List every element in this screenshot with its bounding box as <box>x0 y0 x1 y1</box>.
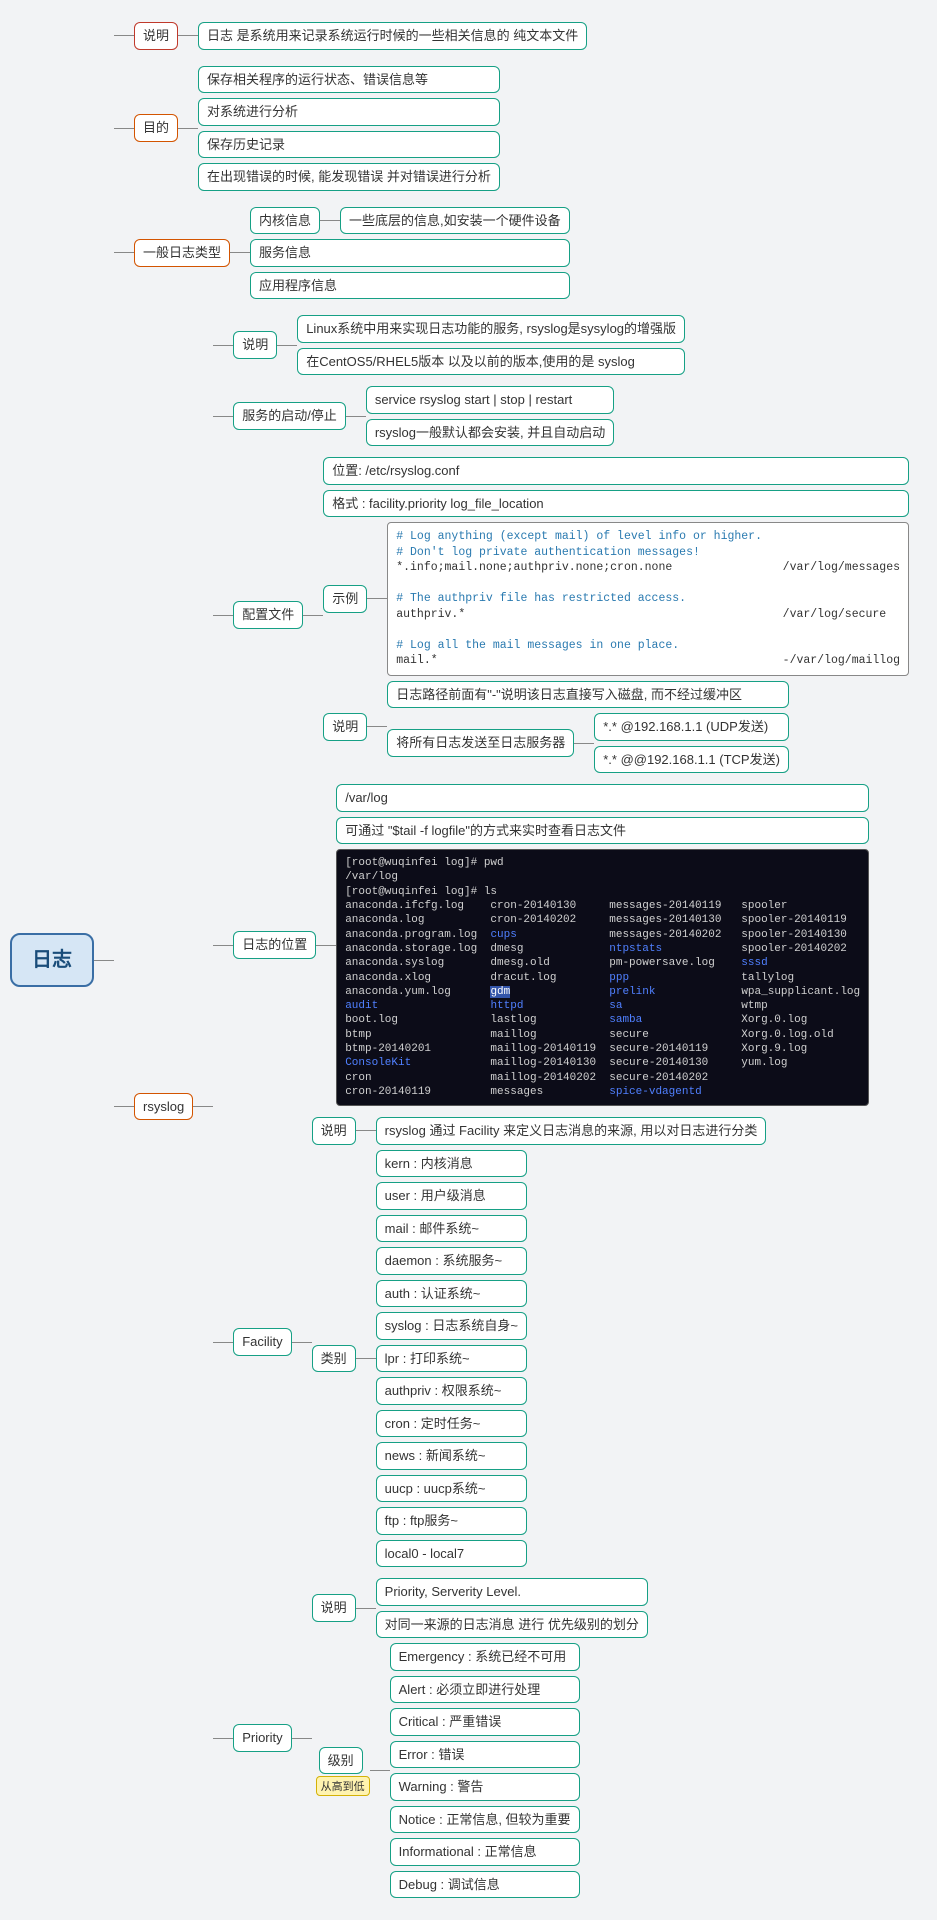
node-types[interactable]: 一般日志类型 <box>134 239 230 267</box>
priority-item: Error : 错误 <box>390 1741 580 1769</box>
priority-item: Emergency : 系统已经不可用 <box>390 1643 580 1671</box>
rs-conf-note-2b: *.* @@192.168.1.1 (TCP发送) <box>594 746 789 774</box>
types-kern[interactable]: 内核信息 <box>250 207 320 235</box>
priority-item: Notice : 正常信息, 但较为重要 <box>390 1806 580 1834</box>
rs-conf-ex[interactable]: 示例 <box>323 585 367 613</box>
facility-item: daemon : 系统服务~ <box>376 1247 527 1275</box>
rs-conf-note-2[interactable]: 将所有日志发送至日志服务器 <box>387 729 574 757</box>
priority-item: Alert : 必须立即进行处理 <box>390 1676 580 1704</box>
node-rsyslog[interactable]: rsyslog <box>134 1093 193 1121</box>
rs-conf[interactable]: 配置文件 <box>233 601 303 629</box>
node-goal[interactable]: 目的 <box>134 114 178 142</box>
root-node[interactable]: 日志 <box>10 933 94 987</box>
facility-item: cron : 定时任务~ <box>376 1410 527 1438</box>
goal-item: 保存相关程序的运行状态、错误信息等 <box>198 66 500 94</box>
goal-item: 在出现错误的时候, 能发现错误 并对错误进行分析 <box>198 163 500 191</box>
rs-start[interactable]: 服务的启动/停止 <box>233 402 346 430</box>
rs-pri-desc-1: Priority, Serverity Level. <box>376 1578 648 1606</box>
types-app: 应用程序信息 <box>250 272 570 300</box>
rs-loc[interactable]: 日志的位置 <box>233 931 316 959</box>
goal-item: 对系统进行分析 <box>198 98 500 126</box>
facility-item: auth : 认证系统~ <box>376 1280 527 1308</box>
facility-item: user : 用户级消息 <box>376 1182 527 1210</box>
node-desc[interactable]: 说明 <box>134 22 178 50</box>
rs-fac-cat[interactable]: 类别 <box>312 1345 356 1373</box>
priority-order-tag: 从高到低 <box>316 1776 370 1796</box>
rs-desc-1: Linux系统中用来实现日志功能的服务, rsyslog是sysylog的增强版 <box>297 315 685 343</box>
config-example-code: # Log anything (except mail) of level in… <box>387 522 909 676</box>
priority-item: Informational : 正常信息 <box>390 1838 580 1866</box>
facility-item: local0 - local7 <box>376 1540 527 1568</box>
rs-pri-desc-2: 对同一来源的日志消息 进行 优先级别的划分 <box>376 1611 648 1639</box>
types-kern-c: 一些底层的信息,如安装一个硬件设备 <box>340 207 570 235</box>
facility-item: kern : 内核消息 <box>376 1150 527 1178</box>
rs-pri[interactable]: Priority <box>233 1724 291 1752</box>
goal-children: 保存相关程序的运行状态、错误信息等 对系统进行分析 保存历史记录 在出现错误的时… <box>198 64 500 193</box>
rs-conf-note[interactable]: 说明 <box>323 713 367 741</box>
priority-item: Warning : 警告 <box>390 1773 580 1801</box>
rs-loc-1: /var/log <box>336 784 869 812</box>
rs-fac[interactable]: Facility <box>233 1328 291 1356</box>
rs-start-2: rsyslog一般默认都会安装, 并且自动启动 <box>366 419 614 447</box>
priority-item: Critical : 严重错误 <box>390 1708 580 1736</box>
rs-conf-note-2a: *.* @192.168.1.1 (UDP发送) <box>594 713 789 741</box>
terminal-screenshot: [root@wuqinfei log]# pwd /var/log [root@… <box>336 849 869 1106</box>
facility-item: uucp : uucp系统~ <box>376 1475 527 1503</box>
rs-fac-desc[interactable]: 说明 <box>312 1117 356 1145</box>
priority-item: Debug : 调试信息 <box>390 1871 580 1899</box>
node-desc-content: 日志 是系统用来记录系统运行时候的一些相关信息的 纯文本文件 <box>198 22 587 50</box>
rs-start-1: service rsyslog start | stop | restart <box>366 386 614 414</box>
rs-fac-desc-c: rsyslog 通过 Facility 来定义日志消息的来源, 用以对日志进行分… <box>376 1117 767 1145</box>
rs-desc[interactable]: 说明 <box>233 331 277 359</box>
connector <box>94 960 114 961</box>
types-svc: 服务信息 <box>250 239 570 267</box>
rs-pri-lvl[interactable]: 级别 <box>319 1747 363 1775</box>
rs-pri-desc[interactable]: 说明 <box>312 1594 356 1622</box>
rs-conf-fmt: 格式 : facility.priority log_file_location <box>323 490 909 518</box>
facility-item: news : 新闻系统~ <box>376 1442 527 1470</box>
priority-list: Emergency : 系统已经不可用 Alert : 必须立即进行处理 Criti… <box>390 1641 580 1900</box>
rs-loc-2: 可通过 "$tail -f logfile"的方式来实时查看日志文件 <box>336 817 869 845</box>
facility-list: kern : 内核消息 user : 用户级消息 mail : 邮件系统~ daemo… <box>376 1148 527 1570</box>
facility-item: mail : 邮件系统~ <box>376 1215 527 1243</box>
facility-item: ftp : ftp服务~ <box>376 1507 527 1535</box>
facility-item: lpr : 打印系统~ <box>376 1345 527 1373</box>
rs-desc-2: 在CentOS5/RHEL5版本 以及以前的版本,使用的是 syslog <box>297 348 685 376</box>
rs-conf-note-1: 日志路径前面有"-"说明该日志直接写入磁盘, 而不经过缓冲区 <box>387 681 789 709</box>
goal-item: 保存历史记录 <box>198 131 500 159</box>
rs-conf-loc: 位置: /etc/rsyslog.conf <box>323 457 909 485</box>
facility-item: authpriv : 权限系统~ <box>376 1377 527 1405</box>
facility-item: syslog : 日志系统自身~ <box>376 1312 527 1340</box>
